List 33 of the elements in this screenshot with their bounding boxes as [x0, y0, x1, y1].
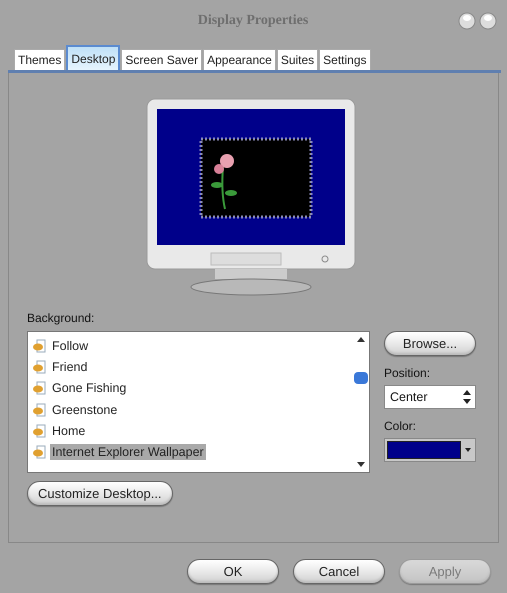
wallpaper-file-icon [32, 360, 46, 374]
tab[interactable]: Screen Saver [121, 49, 202, 70]
list-item[interactable]: Friend [50, 358, 90, 375]
dropdown-arrow-icon [465, 448, 471, 452]
tab[interactable]: Desktop [66, 45, 120, 70]
background-listbox[interactable]: Follow Friend Gone Fishing Greenstone Home Internet Explorer Wallpaper [27, 331, 370, 473]
customize-desktop-button[interactable]: Customize Desktop... [27, 481, 173, 506]
position-value: Center [390, 390, 428, 404]
position-dropdown[interactable]: Center [384, 385, 476, 409]
browse-button[interactable]: Browse... [384, 331, 476, 356]
list-item[interactable]: Home [50, 422, 88, 439]
wallpaper-file-icon [32, 424, 46, 438]
color-picker[interactable] [384, 438, 476, 462]
wallpaper-file-icon [32, 445, 46, 460]
minimize-icon[interactable] [458, 12, 476, 30]
tab[interactable]: Appearance [203, 49, 276, 70]
background-label: Background: [27, 311, 96, 325]
list-item[interactable]: Gone Fishing [50, 380, 128, 396]
dialog-button[interactable]: Cancel [293, 559, 385, 584]
wallpaper-file-icon [32, 402, 46, 417]
spin-arrows-icon [463, 390, 471, 404]
list-item[interactable]: Greenstone [50, 402, 120, 418]
position-label: Position: [384, 366, 432, 380]
list-item[interactable]: Follow [50, 338, 90, 354]
tab[interactable]: Settings [319, 49, 371, 70]
list-item[interactable]: Internet Explorer Wallpaper [50, 444, 206, 460]
color-label: Color: [384, 419, 418, 433]
dialog-button[interactable]: OK [187, 559, 279, 584]
wallpaper-file-icon [32, 338, 46, 353]
wallpaper-file-icon [32, 381, 46, 396]
tab[interactable]: Themes [14, 49, 66, 70]
close-icon[interactable] [479, 12, 497, 30]
tab[interactable]: Suites [276, 49, 318, 70]
